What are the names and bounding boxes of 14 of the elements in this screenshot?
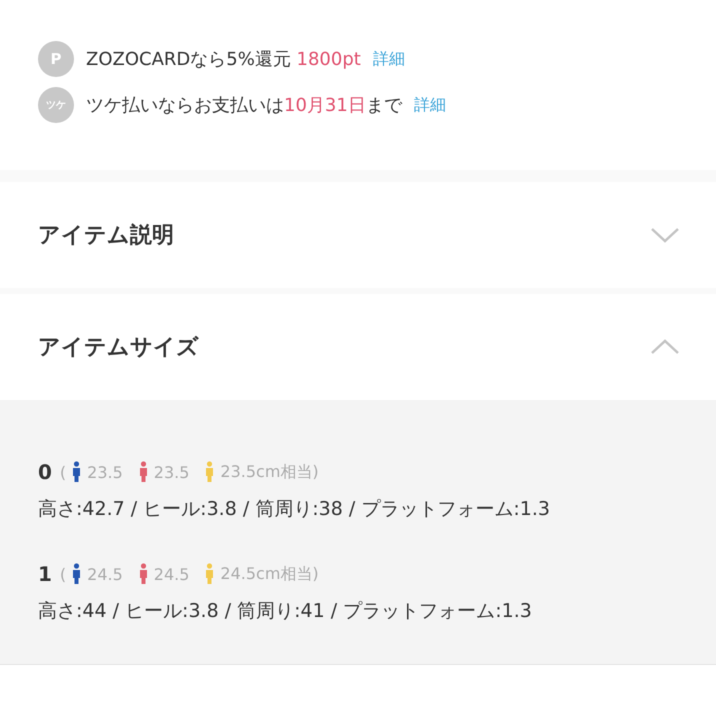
size-label: 0	[38, 460, 52, 484]
fit-size: 24.5	[87, 564, 123, 584]
fit-size: 24.5	[154, 564, 190, 584]
size-label: 1	[38, 562, 52, 586]
paren-text: (	[60, 462, 66, 482]
payment-text: ZOZOCARDなら5%還元 1800pt	[86, 48, 361, 71]
measurements-text: 高さ:44 / ヒール:3.8 / 筒周り:41 / プラットフォーム:1.3	[38, 599, 533, 624]
fit-size: 24.5cm相当)	[220, 564, 319, 584]
fit-size: 23.5	[154, 462, 190, 482]
fit-size: 23.5cm相当)	[220, 462, 319, 482]
fit-size: 23.5	[87, 462, 123, 482]
payment-text: ツケ払いならお支払いは10月31日 まで	[86, 94, 402, 117]
paren-text: (	[60, 564, 66, 584]
measurements-text: 高さ:42.7 / ヒール:3.8 / 筒周り:38 / プラットフォーム:1.3	[38, 497, 551, 522]
